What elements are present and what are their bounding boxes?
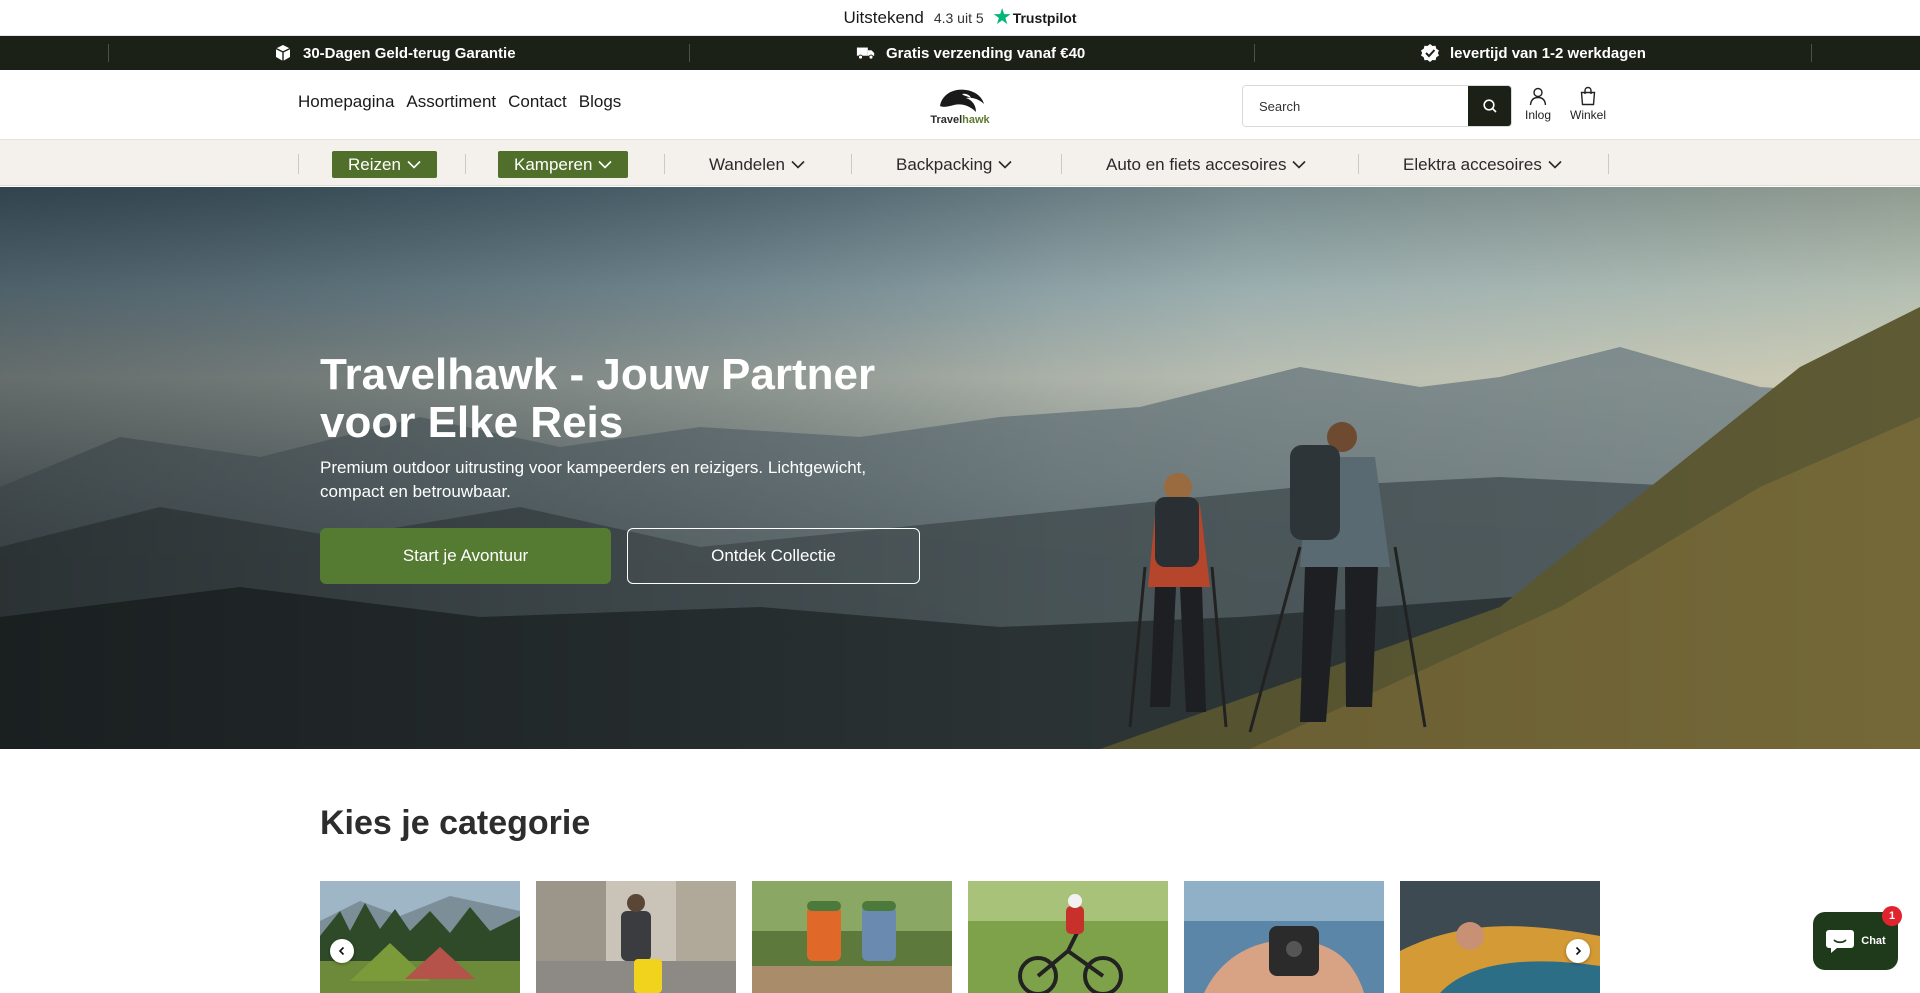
usp-item-delivery: levertijd van 1-2 werkdagen [1420, 36, 1646, 70]
truck-icon [856, 43, 876, 63]
category-nav-reizen[interactable]: Reizen [332, 151, 437, 178]
chat-notification-badge: 1 [1882, 906, 1902, 926]
category-card-elektra[interactable] [1184, 881, 1384, 993]
categories-title: Kies je categorie [320, 804, 591, 842]
usp-text: 30-Dagen Geld-terug Garantie [303, 44, 516, 62]
category-card-kamperen[interactable] [320, 881, 520, 993]
category-nav-elektra[interactable]: Elektra accesoires [1403, 151, 1562, 178]
chat-bubble-icon [1826, 930, 1855, 953]
chevron-down-icon [407, 160, 421, 169]
shopping-bag-icon [1580, 86, 1596, 106]
category-card-slapen[interactable] [1400, 881, 1600, 993]
main-nav: Homepagina Assortiment Contact Blogs [298, 92, 621, 112]
category-nav-label: Elektra accesoires [1403, 154, 1542, 174]
usp-item-guarantee: 30-Dagen Geld-terug Garantie [273, 36, 516, 70]
trustpilot-star-icon: ★ [993, 7, 1011, 28]
category-nav-label: Auto en fiets accesoires [1106, 154, 1287, 174]
usp-text: levertijd van 1-2 werkdagen [1450, 44, 1646, 62]
usp-text: Gratis verzending vanaf €40 [886, 44, 1086, 62]
chat-label: Chat [1861, 935, 1886, 947]
chevron-down-icon [1548, 160, 1562, 169]
user-icon [1529, 87, 1547, 106]
trustpilot-score: 4.3 uit 5 [933, 9, 984, 26]
search-input[interactable] [1243, 86, 1468, 126]
search-icon [1482, 99, 1497, 113]
category-nav-auto-fiets[interactable]: Auto en fiets accesoires [1106, 151, 1307, 178]
category-nav-kamperen[interactable]: Kamperen [498, 151, 629, 178]
cart-button[interactable]: Winkel [1570, 86, 1606, 122]
chevron-down-icon [791, 160, 805, 169]
nav-link-home[interactable]: Homepagina [298, 92, 394, 112]
category-nav-label: Kamperen [514, 154, 593, 174]
search-box [1242, 85, 1512, 127]
carousel-next-button[interactable] [1566, 939, 1590, 963]
check-badge-icon [1420, 43, 1440, 63]
category-card-wandelen[interactable] [752, 881, 952, 993]
usp-divider [1254, 44, 1255, 62]
trustpilot-logo: ★ Trustpilot [994, 8, 1077, 27]
category-nav-label: Reizen [348, 154, 401, 174]
cart-label: Winkel [1570, 108, 1607, 122]
search-button[interactable] [1468, 86, 1511, 126]
carousel-prev-button[interactable] [330, 939, 354, 963]
site-logo[interactable]: Travelhawk [924, 86, 996, 128]
category-divider [298, 154, 299, 174]
nav-link-contact[interactable]: Contact [508, 92, 567, 112]
nav-link-blogs[interactable]: Blogs [579, 92, 622, 112]
chevron-right-icon [1575, 946, 1582, 956]
account-label: Inlog [1525, 108, 1552, 122]
category-divider [664, 154, 665, 174]
category-card-fiets[interactable] [968, 881, 1168, 993]
trustpilot-brand: Trustpilot [1012, 9, 1077, 26]
hero-title: Travelhawk - Jouw Partner voor Elke Reis [320, 350, 876, 447]
site-header: Homepagina Assortiment Contact Blogs Tra… [0, 70, 1920, 139]
usp-bar: 30-Dagen Geld-terug Garantie Gratis verz… [0, 36, 1920, 70]
usp-item-shipping: Gratis verzending vanaf €40 [856, 36, 1085, 70]
travel-adapter-image [1184, 881, 1384, 993]
chevron-down-icon [598, 160, 613, 169]
usp-divider [108, 44, 109, 62]
chevron-left-icon [338, 946, 345, 956]
category-divider [1608, 154, 1609, 174]
hikers-forest-image [752, 881, 952, 993]
logo-text: Travelhawk [930, 114, 990, 126]
category-nav-label: Wandelen [709, 154, 785, 174]
tents-image [320, 881, 520, 993]
usp-divider [689, 44, 690, 62]
category-divider [1358, 154, 1359, 174]
chevron-down-icon [1292, 160, 1307, 169]
chevron-down-icon [998, 160, 1012, 169]
category-divider [1061, 154, 1062, 174]
category-nav-wandelen[interactable]: Wandelen [709, 151, 805, 178]
nav-link-assortment[interactable]: Assortiment [406, 92, 496, 112]
hero-banner: Travelhawk - Jouw Partner voor Elke Reis… [0, 187, 1920, 749]
sleeping-bag-image [1400, 881, 1600, 993]
usp-divider [1811, 44, 1812, 62]
trustpilot-rating-word: Uitstekend [843, 7, 924, 27]
ebike-image [968, 881, 1168, 993]
category-card-reizen[interactable] [536, 881, 736, 993]
travel-street-image [536, 881, 736, 993]
category-divider [465, 154, 466, 174]
hawk-logo-icon [940, 89, 984, 112]
category-nav-label: Backpacking [896, 154, 993, 174]
category-nav: Reizen Kamperen Wandelen Backpacking Aut… [0, 139, 1920, 186]
discover-collection-button[interactable]: Ontdek Collectie [627, 528, 920, 584]
category-divider [851, 154, 852, 174]
category-nav-backpacking[interactable]: Backpacking [896, 151, 1012, 178]
start-adventure-button[interactable]: Start je Avontuur [320, 528, 611, 584]
hero-subtitle: Premium outdoor uitrusting voor kampeerd… [320, 458, 867, 501]
trustpilot-bar[interactable]: Uitstekend 4.3 uit 5 ★ Trustpilot [0, 0, 1920, 36]
hero-landscape-image [0, 187, 1920, 749]
account-button[interactable]: Inlog [1525, 86, 1551, 122]
box-icon [273, 43, 293, 63]
